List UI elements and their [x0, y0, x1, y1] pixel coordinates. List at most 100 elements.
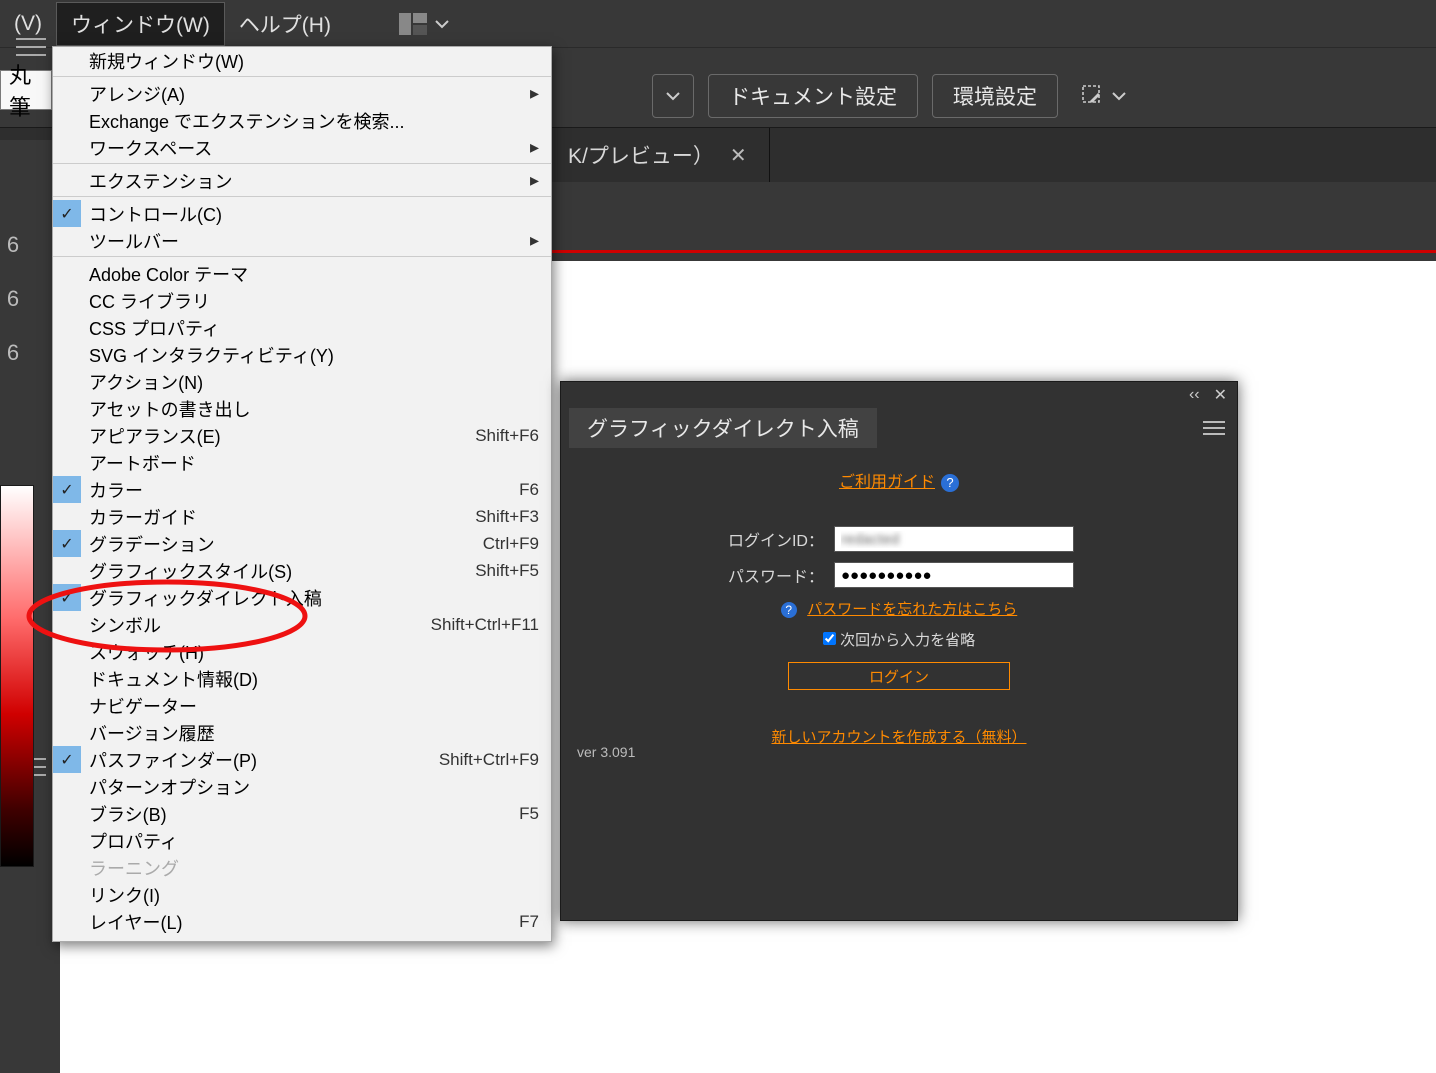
menu-item[interactable]: プロパティ [53, 827, 551, 854]
menu-item-label: アレンジ(A) [89, 81, 530, 107]
menu-view[interactable]: (V) [0, 6, 56, 42]
close-icon[interactable]: ✕ [730, 143, 747, 168]
menu-item[interactable]: アレンジ(A)▸ [53, 80, 551, 107]
menu-item-label: ナビゲーター [89, 693, 539, 719]
menu-shortcut: Shift+F6 [475, 426, 539, 446]
menu-item-label: バージョン履歴 [89, 720, 539, 746]
transform-icon-dropdown[interactable] [1080, 83, 1126, 109]
menu-item[interactable]: レイヤー(L)F7 [53, 908, 551, 935]
menu-item[interactable]: Exchange でエクステンションを検索... [53, 107, 551, 134]
menu-item-label: パターンオプション [89, 774, 539, 800]
menu-item-label: Exchange でエクステンションを検索... [89, 108, 539, 134]
login-id-input[interactable] [834, 526, 1074, 552]
menu-item-label: レイヤー(L) [89, 909, 519, 935]
preferences-button[interactable]: 環境設定 [932, 74, 1058, 118]
menu-item[interactable]: ✓グラフィックダイレクト入稿 [53, 584, 551, 611]
menu-item[interactable]: SVG インタラクティビティ(Y) [53, 341, 551, 368]
workspace-switcher[interactable] [399, 13, 449, 35]
menu-item[interactable]: ✓ コントロール(C) [53, 200, 551, 227]
create-account-link[interactable]: 新しいアカウントを作成する（無料） [771, 729, 1026, 746]
menu-item[interactable]: 新規ウィンドウ(W) [53, 47, 551, 77]
color-spectrum-strip[interactable] [0, 485, 34, 867]
panel-menu-icon[interactable] [16, 38, 46, 56]
menu-item-label: ラーニング [89, 855, 539, 881]
workspace-icon [399, 13, 427, 35]
menu-item-label: エクステンション [89, 168, 530, 194]
menu-item-label: ワークスペース [89, 135, 530, 161]
menu-item-label: CC ライブラリ [89, 288, 539, 314]
menu-item-label: パスファインダー(P) [89, 747, 439, 773]
check-icon: ✓ [53, 746, 81, 773]
menu-item[interactable]: ドキュメント情報(D) [53, 665, 551, 692]
forgot-password-link[interactable]: パスワードを忘れた方はこちら [807, 601, 1017, 618]
menu-item-label: アクション(N) [89, 369, 539, 395]
menu-item[interactable]: グラフィックスタイル(S)Shift+F5 [53, 557, 551, 584]
menu-item[interactable]: エクステンション▸ [53, 167, 551, 197]
menu-item[interactable]: バージョン履歴 [53, 719, 551, 746]
chevron-down-icon [666, 91, 680, 101]
usage-guide-link[interactable]: ご利用ガイド? [583, 468, 1215, 492]
menu-item-label: カラーガイド [89, 504, 475, 530]
document-settings-button[interactable]: ドキュメント設定 [708, 74, 918, 118]
chevron-right-icon: ▸ [530, 83, 539, 104]
menu-item[interactable]: ✓パスファインダー(P)Shift+Ctrl+F9 [53, 746, 551, 773]
menu-item: ラーニング [53, 854, 551, 881]
menu-item[interactable]: CSS プロパティ [53, 314, 551, 341]
remember-label: 次回から入力を省略 [840, 632, 975, 649]
menu-item[interactable]: アセットの書き出し [53, 395, 551, 422]
menu-item-label: リンク(I) [89, 882, 539, 908]
menu-item[interactable]: ✓ カラーF6 [53, 476, 551, 503]
remember-checkbox[interactable] [823, 632, 836, 645]
menu-item[interactable]: ワークスペース▸ [53, 134, 551, 164]
menu-item[interactable]: ナビゲーター [53, 692, 551, 719]
panel-menu-icon[interactable] [1203, 421, 1225, 435]
login-button[interactable]: ログイン [788, 662, 1010, 690]
window-menu-dropdown: 新規ウィンドウ(W)アレンジ(A)▸Exchange でエクステンションを検索.… [52, 46, 552, 942]
menu-item-label: ブラシ(B) [89, 801, 519, 827]
check-icon: ✓ [53, 530, 81, 557]
version-label: ver 3.091 [577, 744, 635, 760]
brush-name-field[interactable]: 丸筆 [0, 70, 52, 110]
menu-item[interactable]: カラーガイドShift+F3 [53, 503, 551, 530]
menu-item[interactable]: リンク(I) [53, 881, 551, 908]
menu-item[interactable]: アートボード [53, 449, 551, 476]
menu-shortcut: F5 [519, 804, 539, 824]
menu-item[interactable]: ブラシ(B)F5 [53, 800, 551, 827]
close-icon[interactable]: ✕ [1214, 385, 1227, 405]
units-dropdown[interactable] [652, 74, 694, 118]
menu-window[interactable]: ウィンドウ(W) [56, 2, 225, 46]
check-icon: ✓ [53, 476, 81, 503]
menu-item-label: アピアランス(E) [89, 423, 475, 449]
menu-shortcut: F7 [519, 912, 539, 932]
menu-item[interactable]: シンボルShift+Ctrl+F11 [53, 611, 551, 638]
menu-shortcut: F6 [519, 480, 539, 500]
check-icon: ✓ [53, 584, 81, 611]
menu-item-label: コントロール(C) [89, 201, 539, 227]
menu-item[interactable]: Adobe Color テーマ [53, 260, 551, 287]
menu-item-label: カラー [89, 477, 519, 503]
check-icon: ✓ [53, 200, 81, 227]
password-label: パスワード： [724, 563, 824, 587]
chevron-right-icon: ▸ [530, 230, 539, 251]
menu-item[interactable]: アクション(N) [53, 368, 551, 395]
password-input[interactable] [834, 562, 1074, 588]
menu-item-label: シンボル [89, 612, 431, 638]
menu-item[interactable]: ✓グラデーションCtrl+F9 [53, 530, 551, 557]
plugin-panel-tab[interactable]: グラフィックダイレクト入稿 [569, 408, 877, 448]
chevron-right-icon: ▸ [530, 170, 539, 191]
collapse-icon[interactable]: ‹‹ [1189, 386, 1200, 404]
document-tab-label: K/プレビュー） [568, 140, 714, 170]
menu-item[interactable]: パターンオプション [53, 773, 551, 800]
menu-item[interactable]: アピアランス(E)Shift+F6 [53, 422, 551, 449]
document-tab[interactable]: K/プレビュー） ✕ [546, 128, 770, 182]
menu-item-label: SVG インタラクティビティ(Y) [89, 342, 539, 368]
menu-item[interactable]: ツールバー▸ [53, 227, 551, 257]
menu-shortcut: Shift+Ctrl+F11 [431, 615, 539, 635]
plugin-panel: ‹‹ ✕ グラフィックダイレクト入稿 ご利用ガイド? ログインID： パスワード… [560, 381, 1238, 921]
menu-item[interactable]: スウォッチ(H) [53, 638, 551, 665]
menu-item[interactable]: CC ライブラリ [53, 287, 551, 314]
menu-item-label: Adobe Color テーマ [89, 261, 539, 287]
menu-item-label: グラデーション [89, 531, 483, 557]
menu-item-label: プロパティ [89, 828, 539, 854]
menu-help[interactable]: ヘルプ(H) [225, 3, 345, 45]
